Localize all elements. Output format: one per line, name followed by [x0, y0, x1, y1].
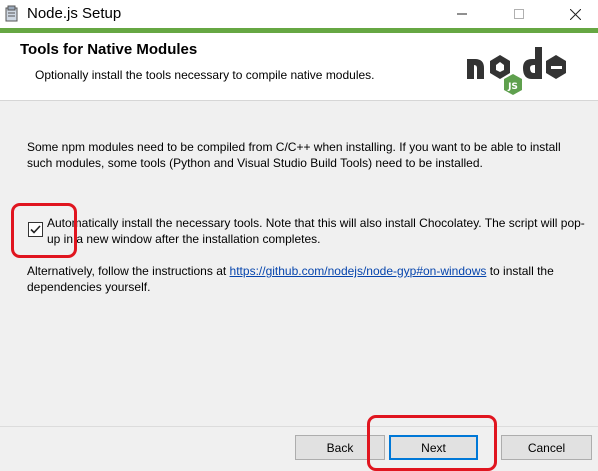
title-bar: Node.js Setup: [0, 0, 598, 28]
close-icon: [569, 8, 581, 20]
page-subtitle: Optionally install the tools necessary t…: [35, 68, 375, 82]
node-gyp-link[interactable]: https://github.com/nodejs/node-gyp#on-wi…: [230, 264, 487, 278]
description-text: Some npm modules need to be compiled fro…: [27, 140, 561, 170]
minimize-button[interactable]: [439, 0, 485, 28]
wizard-header: Tools for Native Modules Optionally inst…: [0, 33, 598, 101]
cancel-button[interactable]: Cancel: [501, 435, 592, 460]
installer-icon: [4, 5, 20, 23]
window-title: Node.js Setup: [27, 5, 122, 22]
next-button[interactable]: Next: [389, 435, 478, 460]
maximize-icon: [514, 9, 524, 19]
content-area: Some npm modules need to be compiled fro…: [0, 101, 598, 426]
back-button[interactable]: Back: [295, 435, 385, 460]
alternative-prefix: Alternatively, follow the instructions a…: [27, 264, 230, 278]
checkmark-icon: [30, 225, 41, 234]
install-tools-checkbox[interactable]: [28, 222, 43, 237]
install-tools-label[interactable]: Automatically install the necessary tool…: [47, 215, 587, 247]
svg-text:JS: JS: [507, 82, 518, 92]
alternative-text: Alternatively, follow the instructions a…: [27, 263, 587, 295]
node-js-logo: JS: [464, 37, 570, 99]
footer-separator: [0, 426, 598, 427]
minimize-icon: [457, 13, 467, 15]
close-button[interactable]: [552, 0, 598, 28]
page-title: Tools for Native Modules: [20, 41, 198, 58]
maximize-button[interactable]: [496, 0, 542, 28]
